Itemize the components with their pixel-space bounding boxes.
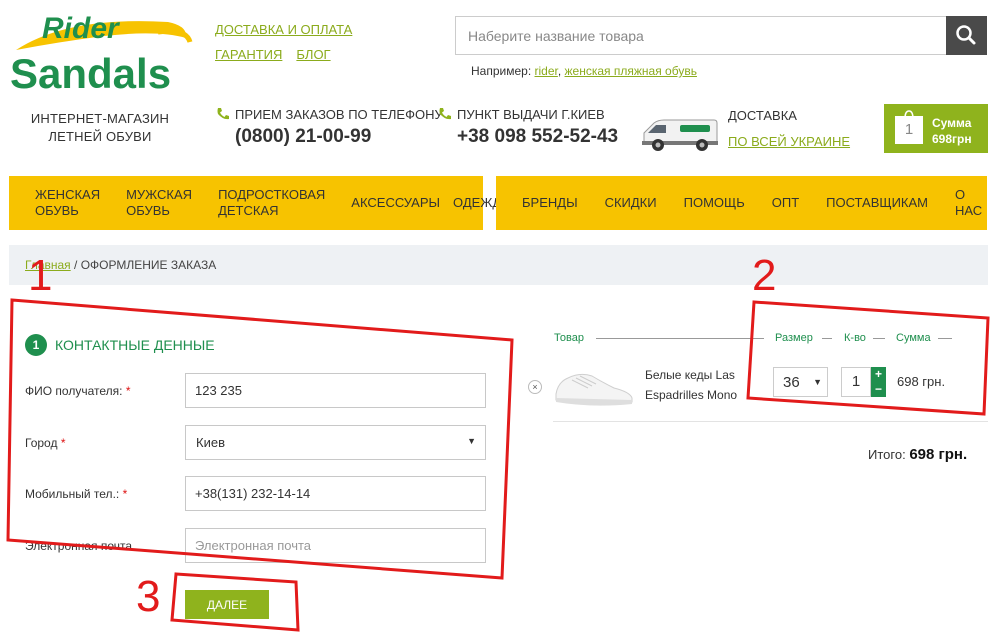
annotation-number-3: 3 [136, 572, 161, 621]
annotation-number-1: 1 [28, 251, 53, 300]
annotation-box-1 [6, 298, 514, 580]
annotation-box-3 [170, 572, 300, 632]
annotation-number-2: 2 [752, 251, 777, 300]
annotation-overlay [6, 298, 990, 632]
annotation-box-2 [746, 300, 990, 416]
